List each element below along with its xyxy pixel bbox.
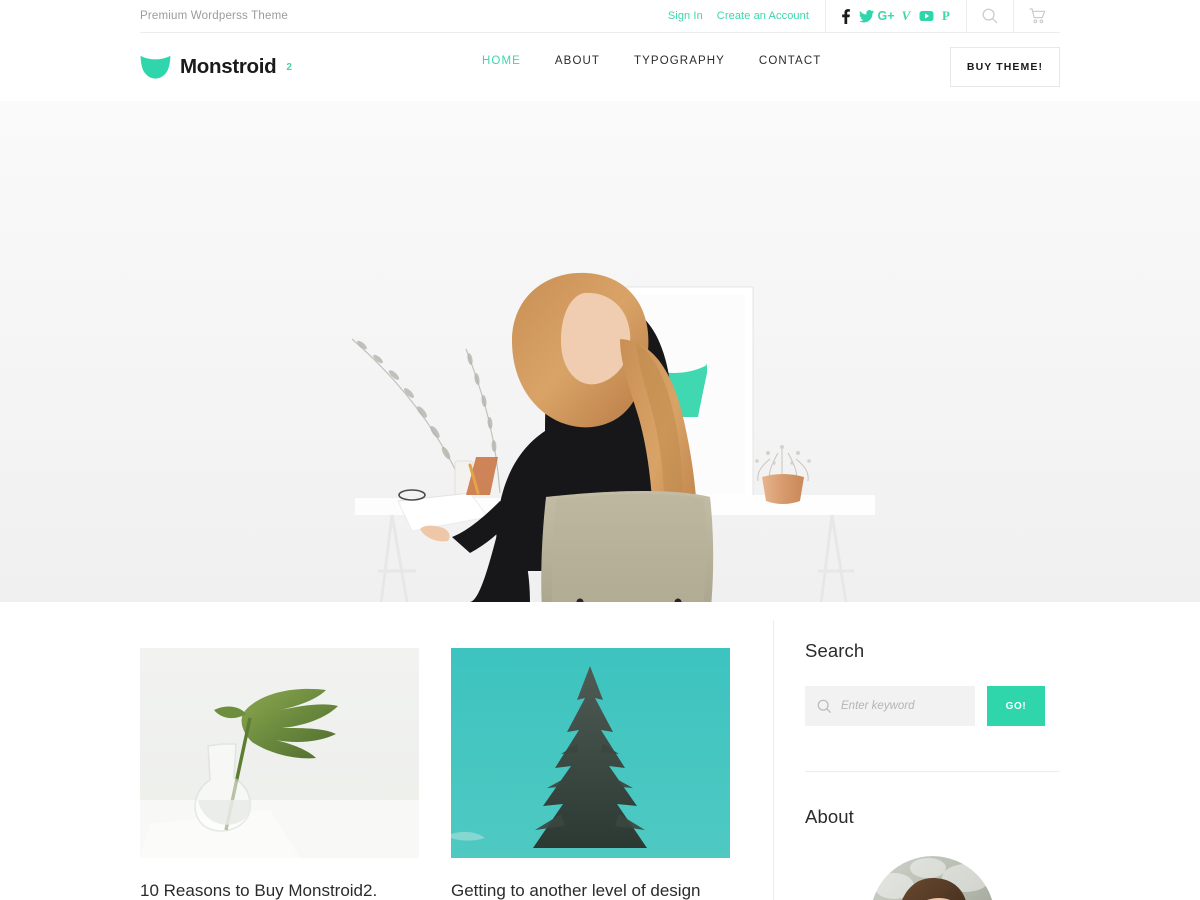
create-account-link[interactable]: Create an Account bbox=[717, 10, 809, 22]
post-title[interactable]: 10 Reasons to Buy Monstroid2. bbox=[140, 880, 419, 900]
logo-superscript: 2 bbox=[286, 61, 292, 73]
monstroid-logo-icon bbox=[140, 55, 171, 79]
post-list: 10 Reasons to Buy Monstroid2. Getting to… bbox=[140, 648, 730, 900]
twitter-icon[interactable] bbox=[856, 5, 876, 27]
search-icon[interactable] bbox=[967, 0, 1013, 33]
about-widget-heading: About bbox=[805, 806, 854, 827]
search-widget-heading: Search bbox=[805, 640, 865, 661]
nav-item-about[interactable]: ABOUT bbox=[555, 55, 600, 67]
facebook-icon[interactable] bbox=[836, 5, 856, 27]
avatar bbox=[870, 856, 995, 900]
post-thumbnail[interactable] bbox=[140, 648, 419, 858]
logo-text: Monstroid bbox=[180, 55, 277, 78]
sidebar: Search GO! About bbox=[805, 640, 1060, 900]
page-root: Premium Wordperss Theme Sign In Create a… bbox=[0, 0, 1200, 900]
search-input[interactable] bbox=[841, 700, 961, 712]
topbar-right: Sign In Create an Account G+ V P bbox=[668, 0, 1060, 33]
nav-item-contact[interactable]: CONTACT bbox=[759, 55, 821, 67]
nav-item-typography[interactable]: TYPOGRAPHY bbox=[634, 55, 725, 67]
site-logo[interactable]: Monstroid 2 bbox=[140, 55, 292, 79]
hero-slider[interactable] bbox=[0, 101, 1200, 602]
buy-theme-button[interactable]: BUY THEME! bbox=[950, 47, 1060, 87]
site-header: Monstroid 2 HOME ABOUT TYPOGRAPHY CONTAC… bbox=[0, 33, 1200, 101]
google-plus-icon[interactable]: G+ bbox=[876, 5, 896, 27]
topbar: Premium Wordperss Theme Sign In Create a… bbox=[140, 0, 1060, 33]
hero-image bbox=[0, 101, 1200, 602]
nav-item-home[interactable]: HOME bbox=[482, 55, 521, 67]
cart-icon[interactable] bbox=[1014, 0, 1060, 33]
content-sidebar-divider bbox=[773, 620, 774, 900]
sidebar-divider bbox=[805, 771, 1060, 772]
social-links: G+ V P bbox=[826, 5, 966, 27]
post-thumbnail[interactable] bbox=[451, 648, 730, 858]
search-go-button[interactable]: GO! bbox=[987, 686, 1045, 726]
post-title[interactable]: Getting to another level of design bbox=[451, 880, 730, 900]
search-icon bbox=[817, 699, 832, 713]
site-tagline: Premium Wordperss Theme bbox=[140, 10, 288, 22]
header-inner: Monstroid 2 HOME ABOUT TYPOGRAPHY CONTAC… bbox=[140, 33, 1060, 101]
search-widget: GO! bbox=[805, 686, 1060, 726]
account-links: Sign In Create an Account bbox=[668, 10, 825, 22]
main-navigation: HOME ABOUT TYPOGRAPHY CONTACT bbox=[482, 55, 821, 67]
pinterest-icon[interactable]: P bbox=[936, 5, 956, 27]
content-inner: 10 Reasons to Buy Monstroid2. Getting to… bbox=[140, 602, 1060, 900]
youtube-icon[interactable] bbox=[916, 5, 936, 27]
post-item: Getting to another level of design bbox=[451, 648, 730, 900]
vimeo-icon[interactable]: V bbox=[896, 5, 916, 27]
search-field-wrapper[interactable] bbox=[805, 686, 975, 726]
post-item: 10 Reasons to Buy Monstroid2. bbox=[140, 648, 419, 900]
main-content: 10 Reasons to Buy Monstroid2. Getting to… bbox=[0, 602, 1200, 900]
sign-in-link[interactable]: Sign In bbox=[668, 10, 703, 22]
